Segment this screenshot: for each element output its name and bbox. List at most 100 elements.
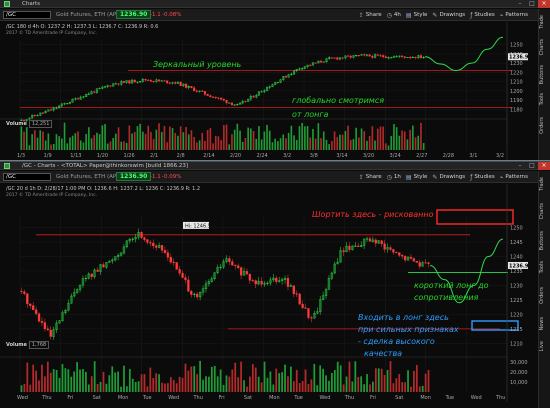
side-tab-charts[interactable]: Charts [539, 203, 550, 219]
share-button[interactable]: ⇪ Share [359, 174, 382, 181]
side-tab-tools[interactable]: Tools [539, 93, 550, 105]
candle-body [37, 313, 41, 322]
volume-pane [0, 356, 507, 392]
candle-body [222, 99, 225, 101]
patterns-button[interactable]: ⌁ Patterns [500, 12, 528, 19]
candle-body [286, 278, 290, 287]
period-button[interactable]: ◷ 4h [387, 12, 401, 19]
side-tab-trade[interactable]: Trade [539, 177, 550, 191]
annotation-short-risky: Шортить здесь - рискованно [312, 210, 434, 219]
side-tab-charts[interactable]: Charts [539, 39, 550, 55]
candle-body [348, 245, 351, 250]
volume-bar [187, 370, 190, 392]
side-tab-trade[interactable]: Trade [539, 15, 550, 29]
candle-body [319, 60, 323, 63]
volume-bar [26, 362, 29, 392]
volume-bar [146, 386, 149, 392]
close-icon[interactable]: × [538, 0, 550, 8]
volume-bar [46, 361, 49, 392]
volume-bar [143, 374, 146, 392]
volume-bar [106, 143, 109, 150]
maximize-icon[interactable]: □ [526, 0, 538, 8]
side-tab-orders[interactable]: Orders [539, 287, 550, 304]
volume-bar [147, 125, 150, 150]
studies-button[interactable]: ƒ Studies [470, 12, 495, 19]
side-tab-live[interactable]: Live [539, 341, 550, 351]
volume-bar [348, 361, 351, 392]
volume-bar [406, 139, 409, 150]
volume-bar [417, 135, 420, 150]
volume-bar [163, 125, 166, 150]
volume-bar [206, 130, 209, 150]
side-tab-news[interactable]: News [539, 317, 550, 331]
volume-bar [255, 138, 258, 150]
side-tab-orders[interactable]: Orders [539, 117, 550, 134]
candle-body [102, 264, 105, 268]
price-tick-label: 1200 [510, 89, 523, 95]
side-tab-buttons[interactable]: Buttons [539, 231, 550, 250]
symbol-input[interactable]: /GC [3, 11, 51, 19]
volume-bar [134, 381, 137, 392]
volume-bar [268, 130, 271, 150]
patterns-button[interactable]: ⌁ Patterns [500, 174, 528, 181]
volume-bar [246, 386, 248, 392]
price-chart-top[interactable]: 125012401230122012101200119011801236.9 1… [0, 22, 538, 160]
candle-body [342, 250, 345, 253]
volume-bar [234, 362, 237, 392]
volume-tick-label: 30,000 [510, 360, 528, 366]
share-button[interactable]: ⇪ Share [359, 12, 382, 19]
volume-bar [52, 143, 55, 150]
date-tick-label: Wed [17, 395, 28, 401]
title-bar[interactable]: Charts – □ × [0, 0, 550, 8]
volume-bar [67, 369, 70, 392]
minimize-icon[interactable]: – [514, 162, 526, 170]
volume-bar [125, 142, 128, 150]
date-axis: Wed Thu Fri Sat Mon Tue Wed Thu Fri Sat Mon Tue Wed T… [17, 395, 505, 401]
volume-bar [187, 134, 190, 150]
volume-bar [328, 380, 330, 392]
volume-bar [112, 138, 114, 150]
candle-body [220, 97, 223, 100]
candle-body [333, 57, 336, 59]
volume-bar [25, 127, 28, 150]
patterns-label: Patterns [505, 174, 528, 180]
volume-bar [104, 124, 106, 150]
drawings-button[interactable]: ✎ Drawings [432, 174, 465, 181]
close-icon[interactable]: × [538, 162, 550, 170]
volume-bar [63, 122, 66, 150]
volume-bar [212, 143, 214, 150]
volume-bar [184, 363, 187, 392]
period-button[interactable]: ◷ 1h [387, 174, 401, 181]
volume-bar [237, 377, 240, 392]
volume-bar [398, 374, 401, 392]
candle-body [152, 81, 155, 83]
volume-bar [281, 372, 283, 392]
volume-bar [217, 136, 220, 150]
side-tab-tools[interactable]: Tools [539, 261, 550, 273]
volume-bar [85, 371, 87, 392]
side-tab-buttons[interactable]: Buttons [539, 65, 550, 84]
volume-bar [369, 384, 371, 392]
symbol-input[interactable]: /GC [3, 173, 51, 181]
volume-bar [55, 369, 58, 392]
candle-body [29, 303, 32, 306]
title-bar[interactable]: /GC - Charts - <TOTAL> Paper@thinkorswim… [0, 162, 550, 170]
volume-bar [152, 377, 155, 392]
last-price-badge: 1236.90 [116, 10, 152, 19]
drawings-button[interactable]: ✎ Drawings [432, 12, 465, 19]
studies-button[interactable]: ƒ Studies [470, 174, 495, 181]
volume-bar [293, 135, 295, 150]
volume-bar [31, 134, 33, 150]
price-tick-label: 1250 [510, 226, 523, 232]
candle-body [237, 265, 240, 268]
candle-body [172, 261, 175, 263]
candle-body [166, 252, 170, 258]
candle-body [419, 55, 423, 58]
candle-body [90, 273, 93, 277]
volume-bar [279, 138, 282, 150]
maximize-icon[interactable]: □ [526, 162, 538, 170]
style-button[interactable]: ▤ Style [406, 12, 428, 19]
style-button[interactable]: ▤ Style [406, 174, 428, 181]
volume-bar [409, 129, 411, 150]
minimize-icon[interactable]: – [514, 0, 526, 8]
